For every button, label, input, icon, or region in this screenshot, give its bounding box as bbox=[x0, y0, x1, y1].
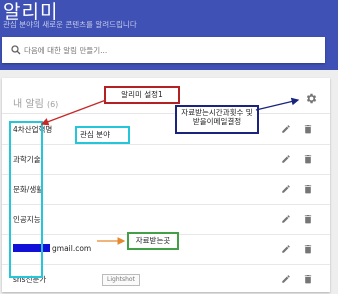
pencil-icon[interactable] bbox=[281, 184, 291, 194]
annotation-schedule: 자료받는시간과횟수 및 받을이메일결정 bbox=[175, 105, 259, 134]
pencil-icon[interactable] bbox=[281, 124, 291, 134]
alert-list-highlight bbox=[9, 121, 43, 278]
search-icon bbox=[11, 45, 21, 55]
trash-icon[interactable] bbox=[304, 244, 312, 254]
create-alert-search-bar[interactable]: 다음에 대한 알림 만들기... bbox=[2, 37, 325, 63]
trash-icon[interactable] bbox=[304, 274, 312, 284]
alert-email-domain: gmail.com bbox=[52, 244, 92, 253]
trash-icon[interactable] bbox=[304, 124, 312, 134]
my-alerts-label: 내 알림 bbox=[13, 99, 44, 110]
alert-row[interactable]: 4차산업혁명 bbox=[2, 115, 330, 145]
alert-row[interactable]: 문화/생활 bbox=[2, 175, 330, 205]
my-alerts-card: 내 알림 (6) 4차산업혁명 과학기술 문화/생활 인공지능 gmail.co… bbox=[2, 78, 330, 292]
alert-row[interactable]: 인공지능 bbox=[2, 205, 330, 235]
annotation-interest: 관심 분야 bbox=[75, 126, 130, 144]
alert-row[interactable]: sns전문가 bbox=[2, 265, 330, 294]
lightshot-tooltip: Lightshot bbox=[102, 274, 140, 286]
my-alerts-count: (6) bbox=[46, 100, 59, 109]
app-header: 알리미 관심 분야의 새로운 콘텐츠를 알려드립니다 다음에 대한 알림 만들기… bbox=[0, 0, 338, 70]
annotation-receiver: 자료받는곳 bbox=[127, 232, 179, 250]
search-input-placeholder[interactable]: 다음에 대한 알림 만들기... bbox=[24, 45, 107, 56]
annotation-settings: 알리미 설정1 bbox=[104, 86, 180, 104]
trash-icon[interactable] bbox=[304, 154, 312, 164]
trash-icon[interactable] bbox=[304, 214, 312, 224]
my-alerts-title: 내 알림 (6) bbox=[13, 95, 58, 110]
gear-icon[interactable] bbox=[305, 92, 318, 105]
pencil-icon[interactable] bbox=[281, 244, 291, 254]
pencil-icon[interactable] bbox=[281, 274, 291, 284]
pencil-icon[interactable] bbox=[281, 214, 291, 224]
app-subtitle: 관심 분야의 새로운 콘텐츠를 알려드립니다 bbox=[3, 20, 137, 29]
trash-icon[interactable] bbox=[304, 184, 312, 194]
card-divider bbox=[2, 113, 330, 114]
pencil-icon[interactable] bbox=[281, 154, 291, 164]
alert-row[interactable]: 과학기술 bbox=[2, 145, 330, 175]
